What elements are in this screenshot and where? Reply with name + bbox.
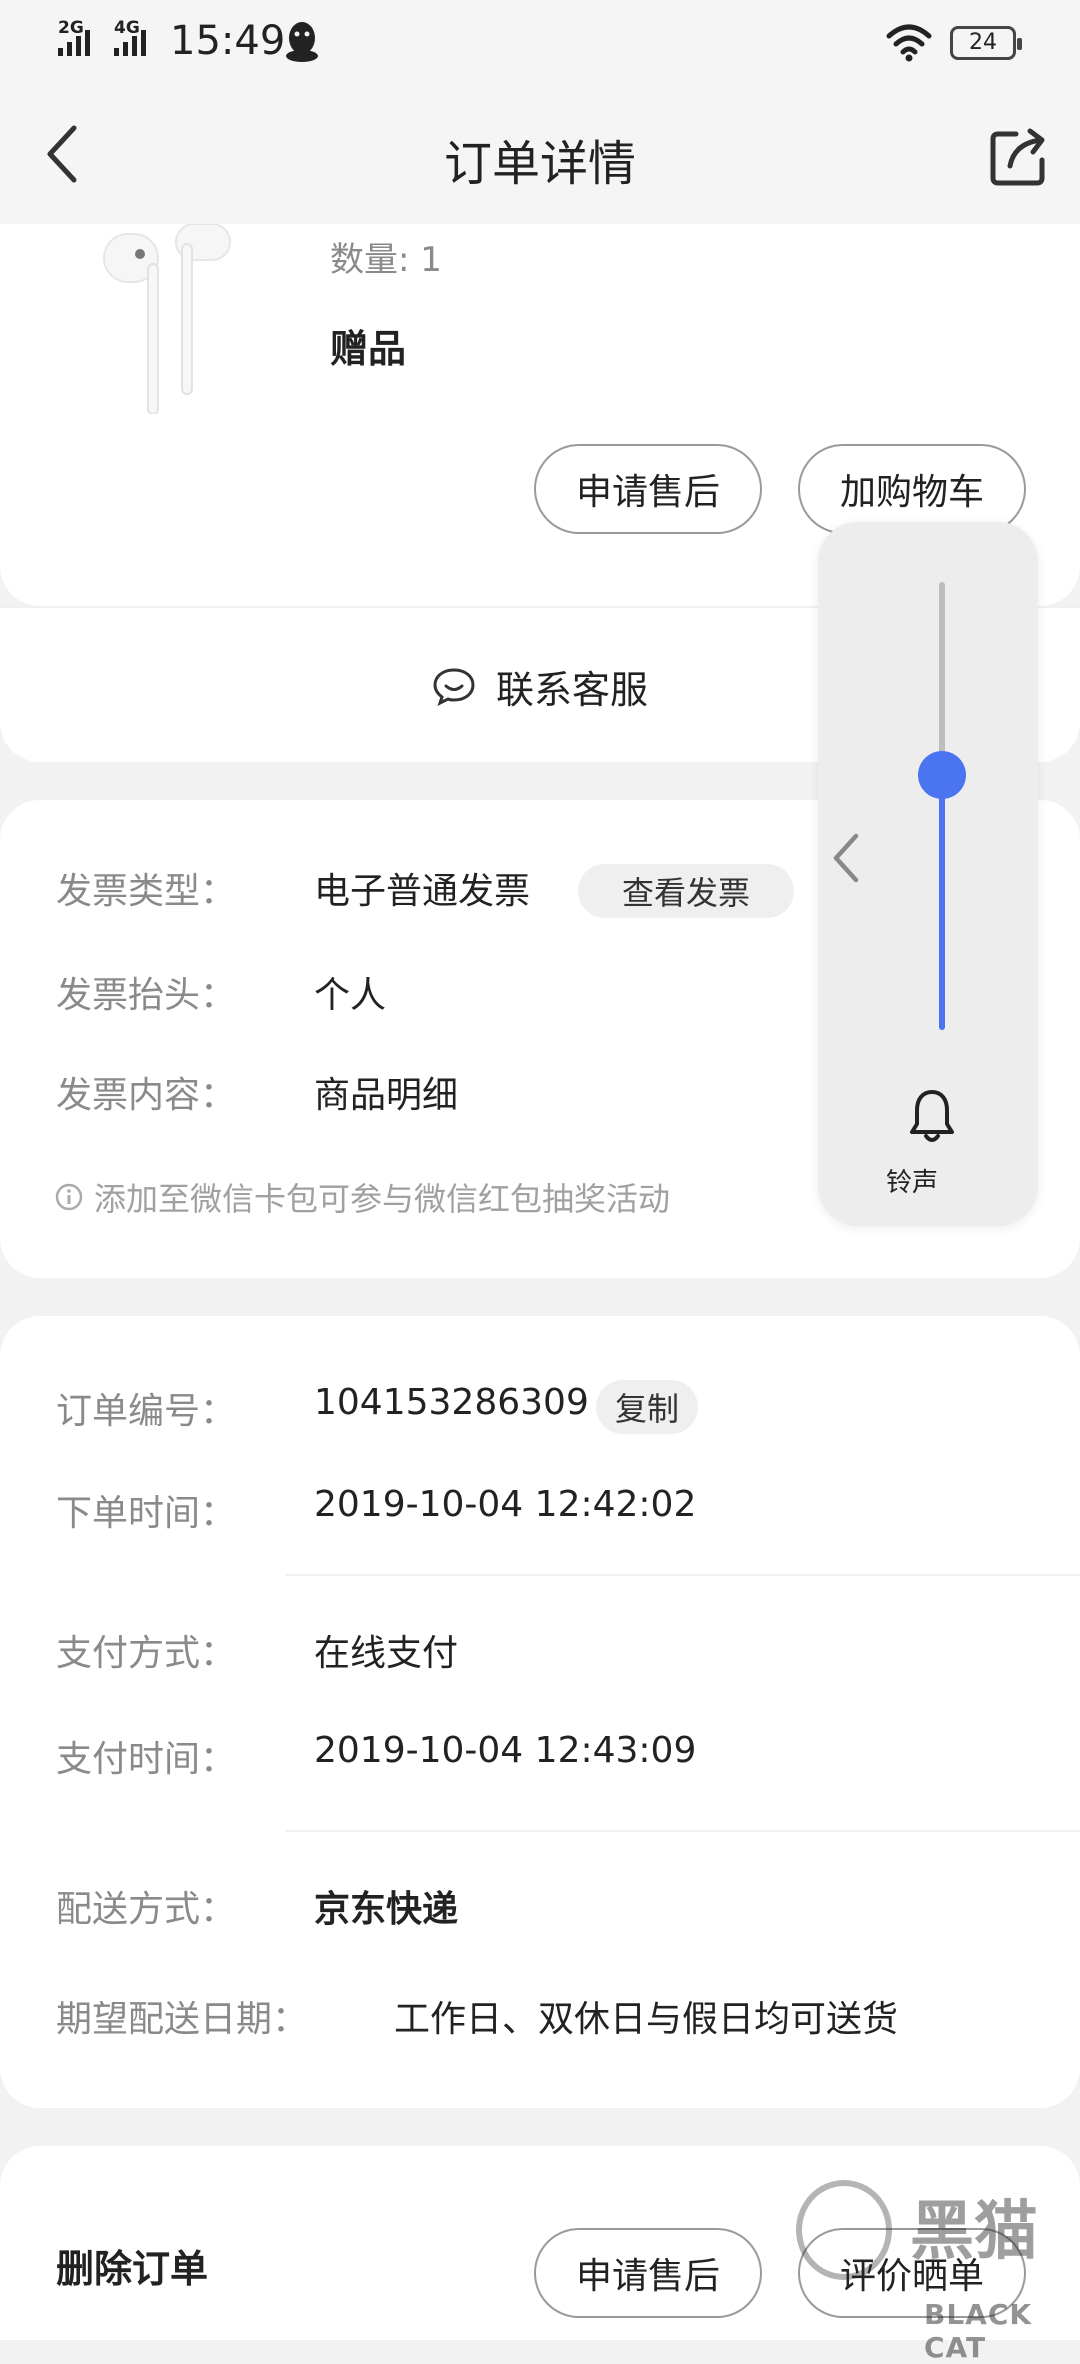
contact-service-label: 联系客服 bbox=[495, 667, 648, 712]
top-app-bar: 订单详情 bbox=[0, 84, 1080, 224]
volume-slider-thumb[interactable] bbox=[918, 750, 966, 799]
volume-slider-fill bbox=[939, 774, 945, 1030]
ringtone-label: 铃声 bbox=[885, 1168, 938, 1198]
signal-bars-1-icon bbox=[58, 30, 90, 56]
copy-order-number-button[interactable]: 复制 bbox=[596, 1380, 698, 1434]
invoice-title-label: 发票抬头： bbox=[56, 975, 237, 1016]
delivery-method-value: 京东快递 bbox=[314, 1889, 459, 1930]
divider bbox=[285, 1574, 1080, 1576]
order-number-label: 订单编号： bbox=[56, 1391, 237, 1432]
signal-bars-2-icon bbox=[114, 30, 146, 56]
expected-delivery-label: 期望配送日期： bbox=[56, 1999, 309, 2040]
watermark-cat-logo-icon bbox=[796, 2180, 892, 2280]
expected-delivery-value: 工作日、双休日与假日均可送货 bbox=[394, 1999, 899, 2040]
bell-icon bbox=[910, 1090, 954, 1142]
payment-time-label: 支付时间： bbox=[56, 1739, 237, 1780]
status-bar: 2G 4G 15:49 24 bbox=[0, 0, 1080, 84]
invoice-type-label: 发票类型： bbox=[56, 871, 237, 912]
volume-panel: 铃声 bbox=[818, 522, 1038, 1226]
page-title: 订单详情 bbox=[443, 136, 636, 192]
order-number-value: 104153286309 bbox=[314, 1382, 589, 1423]
status-time: 15:49 bbox=[170, 18, 286, 64]
view-invoice-button[interactable]: 查看发票 bbox=[578, 864, 794, 918]
payment-method-label: 支付方式： bbox=[56, 1633, 237, 1674]
add-to-cart-button[interactable]: 加购物车 bbox=[798, 444, 1026, 534]
invoice-content-value: 商品明细 bbox=[314, 1075, 459, 1116]
qq-penguin-icon bbox=[286, 22, 318, 62]
gift-tag: 赠品 bbox=[330, 327, 407, 371]
battery-indicator: 24 bbox=[950, 26, 1022, 60]
watermark-en-text: BLACK CAT bbox=[924, 2298, 1033, 2364]
footer-after-sale-button[interactable]: 申请售后 bbox=[534, 2228, 762, 2318]
after-sale-button[interactable]: 申请售后 bbox=[534, 444, 762, 534]
watermark-cn-text: 黑猫 bbox=[910, 2195, 1038, 2269]
invoice-content-label: 发票内容： bbox=[56, 1075, 237, 1116]
wifi-icon bbox=[886, 24, 932, 62]
collapse-chevron-left-icon[interactable] bbox=[828, 830, 864, 886]
divider bbox=[285, 1830, 1080, 1832]
delete-order-button[interactable]: 删除订单 bbox=[56, 2238, 208, 2293]
product-quantity: 数量: 1 bbox=[330, 240, 442, 280]
chat-bubble-icon bbox=[433, 668, 475, 706]
wechat-card-tip: 添加至微信卡包可参与微信红包抽奖活动 bbox=[94, 1180, 671, 1218]
payment-method-value: 在线支付 bbox=[314, 1633, 459, 1674]
order-info-card: 订单编号： 104153286309 复制 下单时间： 2019-10-04 1… bbox=[0, 1316, 1080, 2108]
payment-time-value: 2019-10-04 12:43:09 bbox=[314, 1730, 697, 1771]
delivery-method-label: 配送方式： bbox=[56, 1889, 237, 1930]
share-icon[interactable] bbox=[988, 126, 1050, 188]
black-cat-watermark: 黑猫 BLACK CAT bbox=[796, 2180, 1080, 2364]
info-icon bbox=[55, 1183, 83, 1211]
order-time-value: 2019-10-04 12:42:02 bbox=[314, 1484, 697, 1525]
invoice-type-value: 电子普通发票 bbox=[314, 871, 531, 912]
invoice-title-value: 个人 bbox=[314, 975, 387, 1016]
order-time-label: 下单时间： bbox=[56, 1493, 237, 1534]
earphones-product-image[interactable] bbox=[96, 224, 246, 414]
